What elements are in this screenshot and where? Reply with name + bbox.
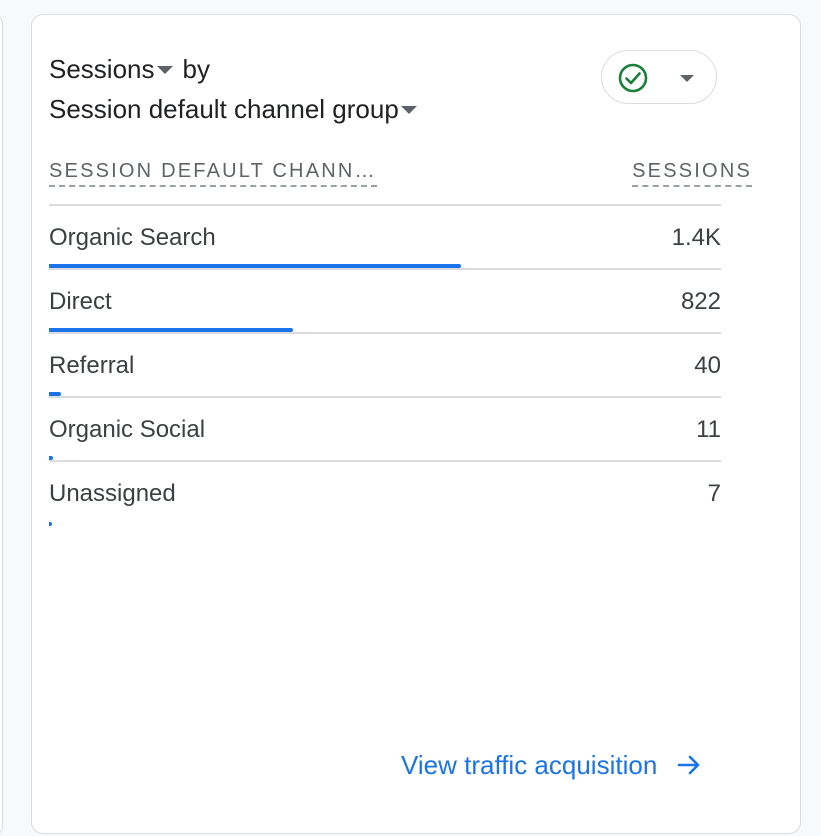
dimension-label: Session default channel group xyxy=(49,94,399,124)
row-share-bar xyxy=(49,328,293,332)
table-row[interactable]: Unassigned 7 xyxy=(49,462,721,526)
row-label: Referral xyxy=(49,352,135,379)
row-value: 40 xyxy=(694,352,721,379)
sessions-column-header[interactable]: SESSIONS xyxy=(632,158,752,187)
row-share-bar xyxy=(49,456,53,460)
link-label: View traffic acquisition xyxy=(401,750,658,780)
adjacent-card-edge xyxy=(0,14,3,836)
data-quality-status-button[interactable] xyxy=(601,50,717,104)
channel-table: Organic Search 1.4K Direct 822 Referral … xyxy=(49,206,721,526)
row-value: 7 xyxy=(707,480,721,507)
table-row[interactable]: Organic Search 1.4K xyxy=(49,206,721,270)
card-title-line-2: Session default channel group xyxy=(49,93,425,125)
caret-down-icon xyxy=(680,75,694,82)
row-label: Organic Search xyxy=(49,224,216,251)
by-label: by xyxy=(182,54,210,84)
row-value: 11 xyxy=(696,416,721,443)
row-share-bar xyxy=(49,392,61,396)
metric-label: Sessions xyxy=(49,54,155,84)
caret-down-icon xyxy=(400,106,417,114)
table-row[interactable]: Referral 40 xyxy=(49,334,721,398)
table-row[interactable]: Organic Social 11 xyxy=(49,398,721,462)
view-traffic-acquisition-link[interactable]: View traffic acquisition xyxy=(401,747,703,783)
row-label: Organic Social xyxy=(49,416,206,443)
check-circle-icon xyxy=(618,63,648,93)
table-row[interactable]: Direct 822 xyxy=(49,270,721,334)
row-share-bar xyxy=(49,522,52,526)
dimension-column-header[interactable]: SESSION DEFAULT CHANN… xyxy=(49,158,377,187)
row-share-bar xyxy=(49,264,461,268)
row-label: Direct xyxy=(49,288,112,315)
row-label: Unassigned xyxy=(49,480,176,507)
dimension-dropdown[interactable]: Session default channel group xyxy=(49,93,425,125)
metric-dropdown[interactable]: Sessions xyxy=(49,53,181,85)
arrow-forward-icon xyxy=(677,755,700,775)
card-title-line-1: Sessions by xyxy=(49,53,210,85)
caret-down-icon xyxy=(156,66,173,74)
row-value: 1.4K xyxy=(671,224,721,251)
row-value: 822 xyxy=(680,288,721,315)
